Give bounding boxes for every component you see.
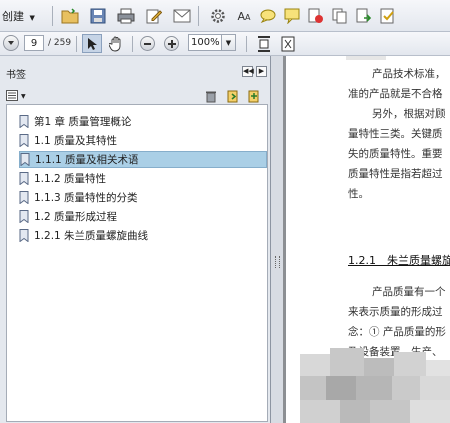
bookmark-icon <box>19 229 29 242</box>
create-menu[interactable]: 创建 ▼ <box>2 8 35 24</box>
fit-width-button[interactable] <box>254 34 274 54</box>
chevron-down-icon: ▼ <box>21 92 26 100</box>
document-stop-icon[interactable] <box>306 6 326 26</box>
expand-bookmark-icon <box>248 90 259 102</box>
bookmark-item-selected[interactable]: 1.1.1 质量及相关术语 <box>19 151 267 168</box>
bookmark-list: 第1 章 质量管理概论 1.1 质量及其特性 1.1.1 质量及相关术语 1.1… <box>6 104 268 422</box>
divider <box>76 36 77 52</box>
comment-icon[interactable] <box>258 6 278 26</box>
splitter-grip-icon <box>275 256 280 268</box>
list-options-icon <box>6 90 18 101</box>
bookmark-icon <box>20 153 30 166</box>
expand-bookmark-button[interactable] <box>247 89 261 103</box>
email-icon[interactable] <box>172 6 192 26</box>
bookmark-label: 1.1.3 质量特性的分类 <box>34 192 138 204</box>
bookmark-icon <box>19 134 29 147</box>
document-copy-icon[interactable] <box>330 6 350 26</box>
panel-options-button[interactable]: ▶ <box>256 66 267 77</box>
document-arrow-icon[interactable] <box>354 6 374 26</box>
main-toolbar: 创建 ▼ AA <box>0 0 450 32</box>
open-folder-icon[interactable] <box>60 6 80 26</box>
gear-icon[interactable] <box>208 6 228 26</box>
delete-bookmark-button[interactable] <box>204 89 218 103</box>
document-text-line: 量特性三类。关键质 <box>348 128 443 140</box>
divider <box>132 36 133 52</box>
hand-icon <box>109 36 121 52</box>
bookmark-item[interactable]: 1.1 质量及其特性 <box>19 132 117 149</box>
zoom-out-button[interactable] <box>140 36 155 51</box>
panel-title: 书签 <box>6 70 26 81</box>
bookmark-item[interactable]: 1.2.1 朱兰质量螺旋曲线 <box>19 227 148 244</box>
bookmark-label: 1.1.2 质量特性 <box>34 173 107 185</box>
divider <box>246 36 247 52</box>
text-fragment <box>346 56 386 60</box>
new-bookmark-icon <box>227 90 238 102</box>
bookmark-icon <box>19 191 29 204</box>
document-check-icon[interactable] <box>378 6 398 26</box>
print-icon[interactable] <box>116 6 136 26</box>
document-text-line: 性。 <box>348 188 369 200</box>
bookmark-label: 1.1.1 质量及相关术语 <box>35 154 139 166</box>
hand-tool-button[interactable] <box>106 34 126 54</box>
minus-icon <box>144 42 151 45</box>
trash-icon <box>206 91 216 102</box>
new-bookmark-button[interactable] <box>226 89 240 103</box>
next-page-button[interactable] <box>3 35 19 51</box>
fit-page-icon <box>281 36 295 52</box>
document-viewport[interactable]: 产品技术标准， 准的产品就是不合格 另外，根据对顾 量特性三类。关键质 失的质量… <box>283 56 450 423</box>
bookmark-label: 第1 章 质量管理概论 <box>34 116 132 128</box>
divider <box>198 6 199 26</box>
bookmark-item[interactable]: 1.1.3 质量特性的分类 <box>19 189 138 206</box>
document-text-line: 念：① 产品质量的形 <box>348 326 446 338</box>
bookmark-item[interactable]: 1.1.2 质量特性 <box>19 170 106 187</box>
sticky-note-icon[interactable] <box>282 6 302 26</box>
text-size-icon[interactable]: AA <box>234 6 254 26</box>
bookmark-label: 1.2 质量形成过程 <box>34 211 118 223</box>
edit-document-icon[interactable] <box>144 6 164 26</box>
save-icon[interactable] <box>88 6 108 26</box>
page-total: / 259 <box>48 38 72 48</box>
plus-icon <box>167 39 176 48</box>
arrow-down-icon <box>8 41 14 45</box>
document-page: 产品技术标准， 准的产品就是不合格 另外，根据对顾 量特性三类。关键质 失的质量… <box>286 56 450 423</box>
cursor-arrow-icon <box>88 37 97 50</box>
zoom-in-button[interactable] <box>164 36 179 51</box>
document-text-line: 准的产品就是不合格 <box>348 88 443 100</box>
fit-page-button[interactable] <box>278 34 298 54</box>
section-heading: 1.2.1 朱兰质量螺旋 <box>348 254 450 267</box>
bookmark-icon <box>19 210 29 223</box>
document-text-line: 产品质量有一个 <box>372 286 446 298</box>
bookmark-icon <box>19 172 29 185</box>
bookmark-icon <box>19 115 29 128</box>
document-text-line: 质量特性是指若超过 <box>348 168 443 180</box>
divider <box>52 6 53 26</box>
fit-width-icon <box>258 36 270 52</box>
select-tool-button[interactable] <box>82 34 102 53</box>
chevron-right-icon: ▶ <box>258 67 265 75</box>
bookmarks-panel: 书签 ◀◀ ▶ ▼ 第1 章 质量管理概论 1.1 质量及其特性 1.1.1 质… <box>0 56 271 423</box>
create-label: 创建 <box>2 10 24 23</box>
document-text-line: 来表示质量的形成过 <box>348 306 443 318</box>
zoom-input[interactable]: 100% <box>188 34 222 51</box>
chevron-down-icon: ▼ <box>225 38 232 47</box>
bookmark-label: 1.2.1 朱兰质量螺旋曲线 <box>34 230 149 242</box>
document-text-line: 失的质量特性。重要 <box>348 148 443 160</box>
document-text-line: 产品技术标准， <box>372 68 446 80</box>
document-text-line: 另外，根据对顾 <box>372 108 446 120</box>
bookmark-item[interactable]: 1.2 质量形成过程 <box>19 208 117 225</box>
bookmark-label: 1.1 质量及其特性 <box>34 135 118 147</box>
double-chevron-left-icon: ◀◀ <box>243 67 254 75</box>
collapse-panel-button[interactable]: ◀◀ <box>242 66 254 77</box>
zoom-dropdown-button[interactable]: ▼ <box>222 34 236 51</box>
blurred-figure <box>300 348 450 423</box>
chevron-down-icon: ▼ <box>29 14 35 22</box>
bookmark-item[interactable]: 第1 章 质量管理概论 <box>19 113 131 130</box>
bookmark-options-menu[interactable]: ▼ <box>6 90 26 102</box>
panel-splitter[interactable] <box>271 56 283 423</box>
page-number-input[interactable]: 9 <box>24 35 44 51</box>
